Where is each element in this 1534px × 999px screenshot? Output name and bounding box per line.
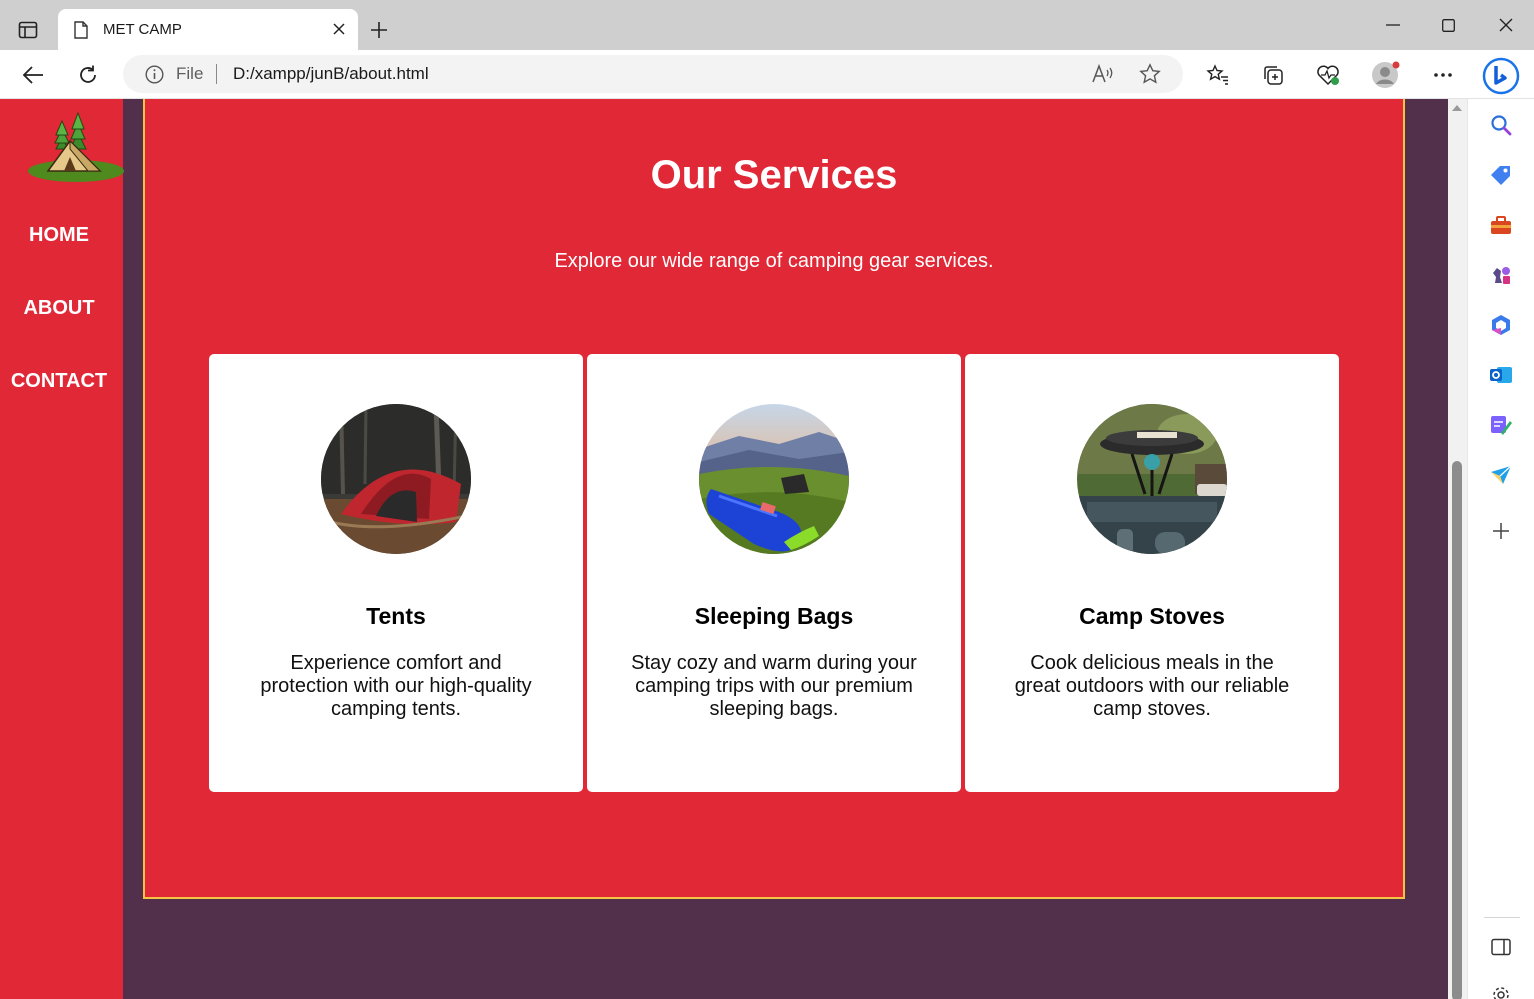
bing-copilot-icon[interactable] (1481, 56, 1521, 96)
maximize-icon[interactable] (1433, 12, 1463, 38)
back-icon[interactable] (16, 58, 50, 92)
edge-sidebar (1467, 99, 1534, 999)
designer-icon[interactable] (1487, 411, 1515, 439)
close-tab-icon[interactable] (328, 18, 350, 40)
profile-avatar[interactable] (1370, 60, 1400, 90)
sidebar-toggle-icon[interactable] (1487, 933, 1515, 961)
favorite-star-icon[interactable] (1139, 63, 1163, 85)
favorites-icon[interactable] (1203, 60, 1233, 90)
met-camp-logo[interactable] (26, 109, 124, 184)
card-description: Experience comfort and protection with o… (260, 652, 532, 720)
card-description: Stay cozy and warm during your camping t… (631, 652, 917, 720)
address-bar: File D:/xampp/junB/about.html (0, 50, 1534, 99)
card-title: Sleeping Bags (694, 603, 854, 629)
search-icon[interactable] (1487, 111, 1515, 139)
browser-tab[interactable]: MET CAMP (58, 9, 358, 50)
sidebar-divider (1484, 917, 1520, 918)
card-title: Tents (366, 603, 426, 629)
settings-gear-icon[interactable] (1487, 981, 1515, 999)
minimize-icon[interactable] (1378, 12, 1408, 38)
microsoft-365-icon[interactable] (1487, 311, 1515, 339)
read-aloud-icon[interactable] (1091, 63, 1115, 85)
camp-stove-photo (1077, 404, 1227, 554)
games-icon[interactable] (1487, 261, 1515, 289)
shopping-tag-icon[interactable] (1487, 161, 1515, 189)
close-window-icon[interactable] (1491, 12, 1521, 38)
card-description: Cook delicious meals in the great outdoo… (1014, 652, 1290, 720)
card-title: Camp Stoves (1079, 603, 1225, 629)
section-subtitle: Explore our wide range of camping gear s… (554, 250, 994, 272)
more-options-icon[interactable] (1428, 60, 1458, 90)
page-viewport: HOME ABOUT CONTACT Our Services Explore … (0, 99, 1448, 999)
page-scrollbar[interactable] (1448, 99, 1467, 999)
side-navigation: HOME ABOUT CONTACT (0, 99, 124, 999)
refresh-icon[interactable] (71, 58, 105, 92)
service-card-tents: Tents Experience comfort and protection … (209, 354, 583, 792)
url-scheme: File (176, 64, 204, 83)
url-separator (216, 64, 217, 84)
service-card-sleeping-bags: Sleeping Bags Stay cozy and warm during … (587, 354, 961, 792)
tent-photo (321, 404, 471, 554)
new-tab-icon[interactable] (366, 17, 392, 43)
page-icon (73, 21, 89, 44)
tools-icon[interactable] (1487, 211, 1515, 239)
sleeping-bag-photo (699, 404, 849, 554)
tab-bar: MET CAMP (0, 0, 1534, 50)
collections-icon[interactable] (1258, 60, 1288, 90)
service-card-camp-stoves: Camp Stoves Cook delicious meals in the … (965, 354, 1339, 792)
info-icon[interactable] (145, 65, 164, 89)
scroll-up-arrow-icon[interactable] (1452, 105, 1462, 111)
section-title: Our Services (650, 153, 898, 197)
browser-essentials-icon[interactable] (1313, 60, 1343, 90)
add-icon[interactable] (1487, 517, 1515, 545)
nav-home-link[interactable]: HOME (0, 224, 118, 247)
url-input[interactable]: File D:/xampp/junB/about.html (123, 55, 1183, 93)
outlook-icon[interactable] (1487, 361, 1515, 389)
scrollbar-thumb[interactable] (1452, 461, 1462, 999)
services-section: Our Services Explore our wide range of c… (143, 99, 1405, 899)
nav-contact-link[interactable]: CONTACT (0, 370, 118, 393)
url-text: D:/xampp/junB/about.html (233, 64, 429, 83)
nav-about-link[interactable]: ABOUT (0, 297, 118, 320)
tab-title: MET CAMP (103, 21, 182, 38)
send-icon[interactable] (1487, 461, 1515, 489)
tab-actions-icon[interactable] (8, 12, 48, 48)
